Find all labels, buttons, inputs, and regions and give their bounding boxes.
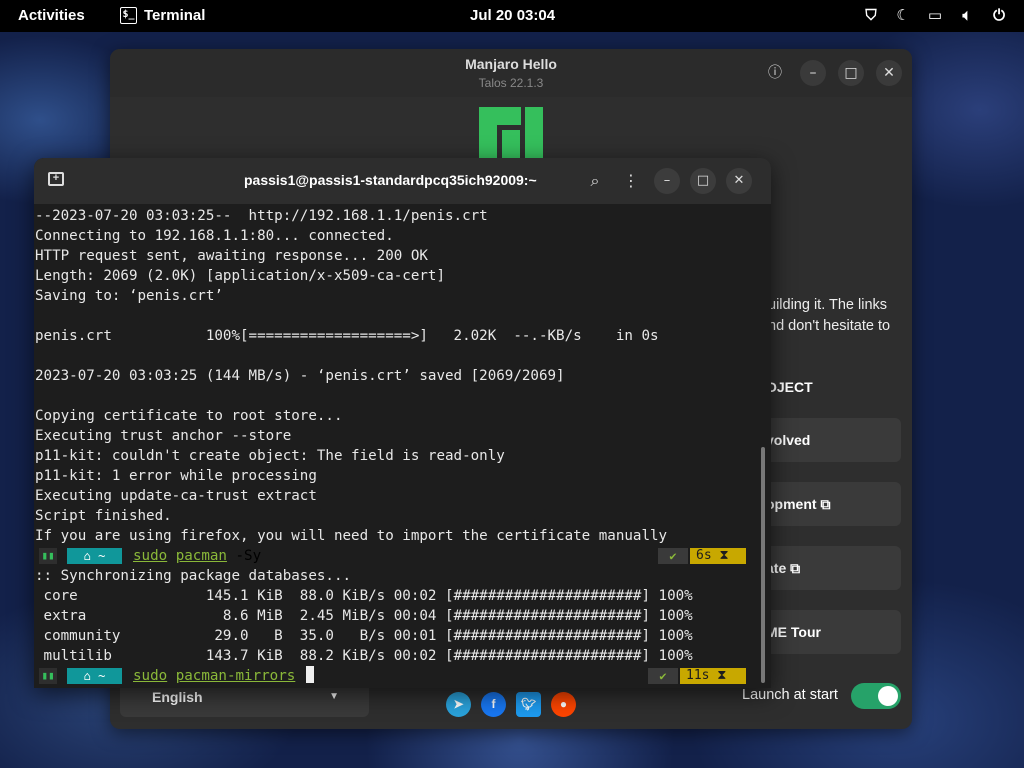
- minimize-button[interactable]: –: [654, 168, 680, 194]
- text-cursor: [305, 666, 314, 683]
- volume-icon[interactable]: 🔈︎: [958, 6, 976, 24]
- command-text[interactable]: sudo pacman-mirrors: [133, 666, 314, 686]
- terminal-line: extra 8.6 MiB 2.45 MiB/s 00:04 [########…: [35, 608, 693, 624]
- prompt-line: ▮▮ ⌂ ~ sudo pacman-mirrors ✔ 11s ⧗: [34, 666, 756, 686]
- terminal-line: p11-kit: couldn't create object: The fie…: [35, 448, 505, 464]
- system-tray[interactable]: ⛉ ☾ ▭ 🔈︎ ⏻: [862, 6, 1008, 24]
- donate-button[interactable]: ate ⧉: [758, 546, 901, 590]
- shield-icon[interactable]: ⛉: [862, 6, 880, 24]
- close-button[interactable]: ✕: [876, 60, 902, 86]
- terminal-line: --2023-07-20 03:03:25-- http://192.168.1…: [35, 208, 488, 224]
- manjaro-prompt-icon: ▮▮: [39, 668, 57, 684]
- terminal-line: Script finished.: [35, 508, 172, 524]
- get-involved-button[interactable]: volved: [758, 418, 901, 462]
- keyboard-icon[interactable]: ▭: [926, 6, 944, 24]
- info-icon[interactable]: ⓘ: [762, 60, 788, 86]
- hello-header: Manjaro Hello Talos 22.1.3 ⓘ – □ ✕: [110, 49, 912, 97]
- close-button[interactable]: ✕: [726, 168, 752, 194]
- terminal-line: If you are using firefox, you will need …: [35, 528, 668, 544]
- clock[interactable]: Jul 20 03:04: [470, 7, 555, 24]
- launch-at-start-toggle[interactable]: [851, 683, 901, 709]
- maximize-button[interactable]: □: [690, 168, 716, 194]
- terminal-icon: $_: [120, 7, 137, 24]
- terminal-line: penis.crt 100%[===================>] 2.0…: [35, 328, 659, 344]
- manjaro-prompt-icon: ▮▮: [39, 548, 57, 564]
- development-button[interactable]: opment ⧉: [758, 482, 901, 526]
- prompt-line: ▮▮ ⌂ ~ sudo pacman -Sy ✔ 6s ⧗: [34, 546, 756, 566]
- app-name: Terminal: [144, 7, 206, 24]
- app-menu[interactable]: $_ Terminal: [120, 7, 205, 24]
- facebook-icon[interactable]: f: [481, 692, 506, 717]
- command-text: sudo pacman -Sy: [133, 548, 262, 564]
- social-links: ➤ f 🐦︎ ●: [446, 692, 576, 717]
- terminal-line: HTTP request sent, awaiting response... …: [35, 248, 428, 264]
- terminal-line: Copying certificate to root store...: [35, 408, 343, 424]
- duration-badge: 11s ⧗: [680, 668, 746, 684]
- terminal-line: Executing update-ca-trust extract: [35, 488, 317, 504]
- terminal-line: 2023-07-20 03:03:25 (144 MB/s) - ‘penis.…: [35, 368, 565, 384]
- reddit-icon[interactable]: ●: [551, 692, 576, 717]
- terminal-line: p11-kit: 1 error while processing: [35, 468, 317, 484]
- home-segment: ⌂ ~: [67, 548, 122, 564]
- terminal-line: Saving to: ‘penis.crt’: [35, 288, 223, 304]
- language-value: English: [152, 689, 203, 705]
- minimize-button[interactable]: –: [800, 60, 826, 86]
- terminal-line: Length: 2069 (2.0K) [application/x-x509-…: [35, 268, 445, 284]
- success-icon: ✔: [658, 548, 688, 564]
- section-heading: OJECT: [766, 379, 813, 395]
- success-icon: ✔: [648, 668, 678, 684]
- activities-button[interactable]: Activities: [18, 7, 85, 24]
- top-bar: Activities $_ Terminal Jul 20 03:04 ⛉ ☾ …: [0, 0, 1024, 32]
- scrollbar[interactable]: [761, 447, 765, 683]
- terminal-window: + passis1@passis1-standardpcq35ich92009:…: [34, 158, 771, 688]
- telegram-icon[interactable]: ➤: [446, 692, 471, 717]
- launch-at-start-label: Launch at start: [742, 687, 838, 703]
- terminal-line: :: Synchronizing package databases...: [35, 568, 352, 584]
- hello-description: uilding it. The links nd don't hesitate …: [768, 297, 891, 334]
- gnome-tour-button[interactable]: ME Tour: [758, 610, 901, 654]
- terminal-line: community 29.0 B 35.0 B/s 00:01 [#######…: [35, 628, 693, 644]
- twitter-icon[interactable]: 🐦︎: [516, 692, 541, 717]
- terminal-line: multilib 143.7 KiB 88.2 KiB/s 00:02 [###…: [35, 648, 693, 664]
- menu-icon[interactable]: ⋮: [618, 168, 644, 194]
- new-tab-icon[interactable]: +: [48, 172, 64, 186]
- terminal-line: Executing trust anchor --store: [35, 428, 292, 444]
- search-icon[interactable]: ⌕: [582, 168, 608, 194]
- terminal-output[interactable]: --2023-07-20 03:03:25-- http://192.168.1…: [34, 204, 771, 688]
- terminal-line: Connecting to 192.168.1.1:80... connecte…: [35, 228, 394, 244]
- home-segment: ⌂ ~: [67, 668, 122, 684]
- duration-badge: 6s ⧗: [690, 548, 746, 564]
- terminal-line: core 145.1 KiB 88.0 KiB/s 00:02 [#######…: [35, 588, 693, 604]
- maximize-button[interactable]: □: [838, 60, 864, 86]
- terminal-title: passis1@passis1-standardpcq35ich92009:~: [244, 172, 537, 188]
- terminal-header: + passis1@passis1-standardpcq35ich92009:…: [34, 158, 771, 204]
- moon-icon[interactable]: ☾: [894, 6, 912, 24]
- power-icon[interactable]: ⏻: [990, 6, 1008, 24]
